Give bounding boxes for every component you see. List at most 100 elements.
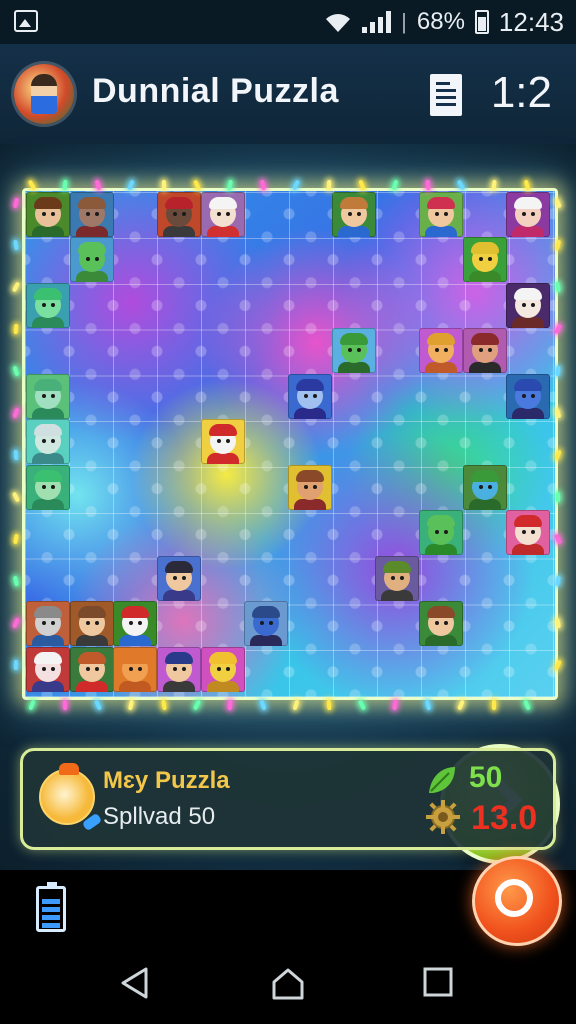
frame-light: [13, 239, 19, 251]
puzzle-piece[interactable]: [331, 192, 376, 237]
puzzle-info-panel: Mɛy Puzzla Spllvad 50 50 13.0: [20, 748, 556, 850]
frame-light: [425, 179, 431, 191]
puzzle-piece[interactable]: [200, 192, 245, 237]
puzzle-piece[interactable]: [288, 373, 332, 419]
puzzle-piece[interactable]: [462, 464, 507, 510]
frame-light: [457, 699, 465, 711]
recents-icon[interactable]: [422, 966, 454, 998]
frame-light: [12, 617, 20, 629]
wifi-icon: [326, 14, 351, 32]
puzzle-piece[interactable]: [462, 237, 507, 283]
frame-light: [357, 699, 367, 711]
frame-light: [555, 575, 561, 587]
frame-light: [326, 699, 332, 711]
frame-light: [227, 699, 233, 711]
puzzle-piece[interactable]: [200, 419, 245, 465]
puzzle-piece[interactable]: [419, 328, 463, 374]
puzzle-piece[interactable]: [375, 555, 420, 601]
puzzle-piece[interactable]: [506, 373, 551, 419]
puzzle-piece[interactable]: [26, 282, 70, 328]
puzzle-piece[interactable]: [244, 601, 289, 647]
frame-light: [12, 575, 20, 587]
puzzle-piece[interactable]: [26, 601, 70, 647]
game-logo[interactable]: [14, 64, 74, 124]
puzzle-piece[interactable]: [419, 510, 463, 556]
level-counter: 1:2: [490, 68, 552, 117]
signal-separator: |: [401, 9, 407, 34]
frame-light: [161, 699, 167, 711]
puzzle-piece[interactable]: [26, 192, 70, 237]
frame-light: [13, 449, 19, 461]
frame-light: [62, 699, 68, 711]
frame-light: [11, 491, 21, 503]
bottom-bar: [0, 856, 576, 1024]
frame-light: [13, 533, 19, 545]
puzzle-piece[interactable]: [419, 601, 463, 647]
record-button[interactable]: [472, 856, 562, 946]
frame-light: [424, 699, 432, 711]
puzzle-piece[interactable]: [69, 601, 114, 647]
puzzle-piece[interactable]: [157, 555, 201, 601]
frame-light: [259, 699, 267, 711]
puzzle-piece[interactable]: [331, 328, 376, 374]
document-icon[interactable]: [430, 74, 462, 116]
frame-light: [12, 407, 20, 419]
frame-light: [292, 699, 300, 711]
puzzle-piece[interactable]: [69, 237, 114, 283]
frame-light: [555, 281, 561, 293]
player-avatar[interactable]: [39, 763, 95, 825]
puzzle-piece[interactable]: [113, 601, 158, 647]
status-bar: | 68% 12:43: [0, 0, 576, 44]
frame-light: [555, 365, 561, 377]
puzzle-piece[interactable]: [69, 192, 114, 237]
frame-light: [326, 179, 332, 191]
frame-light: [13, 323, 19, 335]
puzzle-piece[interactable]: [419, 192, 463, 237]
frame-light: [260, 179, 266, 191]
frame-light: [555, 491, 561, 503]
game-header: Dunnial Puzzla 1:2: [0, 44, 576, 144]
clock: 12:43: [498, 6, 564, 37]
battery-percent: 68%: [416, 8, 465, 35]
frame-light: [28, 699, 36, 711]
signal-icon: [362, 11, 392, 33]
frame-light: [13, 659, 19, 671]
frame-light: [161, 179, 167, 191]
game-title: Dunnial Puzzla: [92, 72, 339, 110]
puzzle-piece[interactable]: [157, 646, 201, 692]
frame-light: [523, 699, 531, 711]
battery-icon: [474, 10, 489, 34]
frame-light: [127, 699, 135, 711]
puzzle-name: Mɛy Puzzla: [103, 767, 230, 794]
puzzle-piece[interactable]: [69, 646, 114, 692]
score-value: 50: [469, 761, 503, 794]
frame-light: [94, 699, 102, 711]
puzzle-piece[interactable]: [113, 646, 158, 692]
frame-light: [492, 700, 496, 710]
puzzle-piece[interactable]: [26, 646, 70, 692]
home-icon[interactable]: [270, 966, 306, 1002]
battery-level-icon[interactable]: [36, 882, 66, 932]
puzzle-piece[interactable]: [506, 282, 551, 328]
puzzle-piece[interactable]: [288, 464, 332, 510]
puzzle-piece[interactable]: [506, 510, 551, 556]
puzzle-piece[interactable]: [157, 192, 201, 237]
gallery-icon: [14, 10, 38, 32]
status-indicators: | 68% 12:43: [324, 6, 564, 38]
frame-light: [392, 699, 398, 711]
gear-icon: [426, 800, 460, 834]
frame-light: [12, 365, 20, 377]
puzzle-piece[interactable]: [26, 464, 70, 510]
puzzle-piece[interactable]: [26, 419, 70, 465]
puzzle-piece[interactable]: [506, 192, 551, 237]
leaf-icon: [429, 767, 455, 793]
back-icon[interactable]: [118, 966, 152, 1000]
frame-light: [12, 197, 20, 209]
frame-light: [192, 699, 202, 711]
frame-light: [554, 239, 562, 251]
puzzle-piece[interactable]: [462, 328, 507, 374]
frame-light: [555, 617, 561, 629]
puzzle-piece[interactable]: [200, 646, 245, 692]
puzzle-piece[interactable]: [26, 373, 70, 419]
puzzle-board[interactable]: [22, 188, 558, 700]
